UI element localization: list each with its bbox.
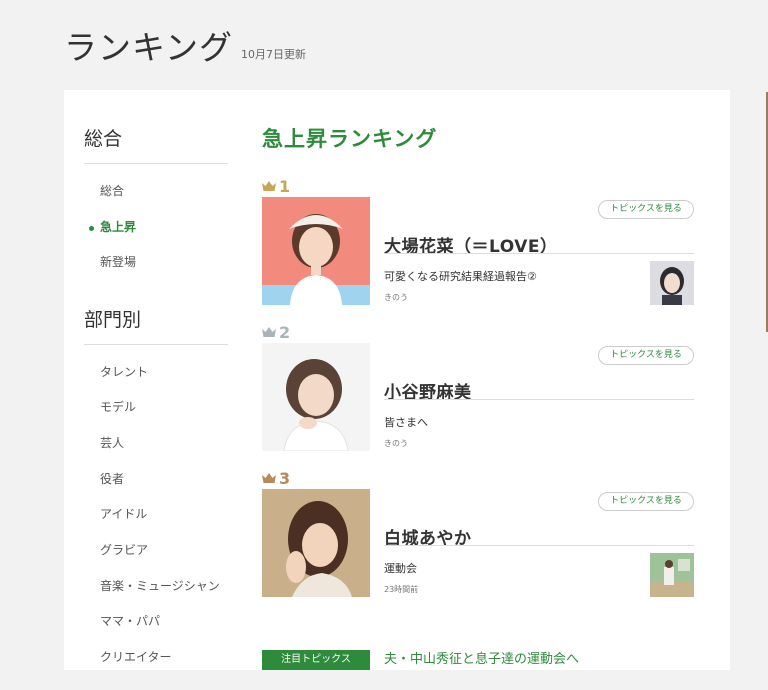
sidebar-overall-list: 総合 急上昇 新登場	[84, 164, 228, 295]
profile-photo[interactable]	[262, 197, 370, 305]
featured-topics-tag: 注目トピックス	[262, 650, 370, 670]
sidebar-item-creator[interactable]: クリエイター	[84, 640, 228, 676]
sidebar-heading-overall: 総合	[84, 124, 228, 164]
rank-label: 1	[262, 176, 291, 196]
ranking-section: 急上昇ランキング 1 トピックスを見る 大場花菜（＝LOVE） 可愛くなる研究結…	[262, 124, 694, 670]
divider	[384, 399, 694, 400]
sidebar-item-rising[interactable]: 急上昇	[84, 210, 228, 246]
profile-photo[interactable]	[262, 489, 370, 597]
sidebar: 総合 総合 急上昇 新登場 部門別 タレント モデル 芸人 役者 アイドル グラ…	[84, 124, 228, 690]
sidebar-heading-category: 部門別	[84, 305, 228, 345]
sidebar-item-parents[interactable]: ママ・パパ	[84, 604, 228, 640]
rank-number: 1	[279, 176, 291, 196]
profile-photo[interactable]	[262, 343, 370, 451]
rank-label: 2	[262, 322, 291, 342]
view-topics-button[interactable]: トピックスを見る	[598, 492, 694, 511]
view-topics-button[interactable]: トピックスを見る	[598, 346, 694, 365]
rank-number: 3	[279, 468, 291, 488]
rank-label: 3	[262, 468, 291, 488]
sidebar-item-idol[interactable]: アイドル	[84, 497, 228, 533]
sidebar-item-new[interactable]: 新登場	[84, 245, 228, 281]
topic-time: 23時間前	[384, 585, 419, 594]
page-title: ランキング	[64, 28, 234, 67]
content-card: 総合 総合 急上昇 新登場 部門別 タレント モデル 芸人 役者 アイドル グラ…	[64, 90, 730, 670]
view-topics-button[interactable]: トピックスを見る	[598, 200, 694, 219]
update-date: 10月7日更新	[241, 48, 307, 61]
ranking-title: 急上昇ランキング	[262, 127, 438, 151]
page-header: ランキング 10月7日更新	[64, 14, 306, 64]
ranking-entry: 1 トピックスを見る 大場花菜（＝LOVE） 可愛くなる研究結果経過報告② きの…	[262, 177, 694, 317]
sidebar-item-gravure[interactable]: グラビア	[84, 533, 228, 569]
rank-number: 2	[279, 322, 291, 342]
sidebar-item-talent[interactable]: タレント	[84, 355, 228, 391]
divider	[384, 545, 694, 546]
featured-topic-link[interactable]: 夫・中山秀征と息子達の運動会へ	[384, 650, 579, 670]
crown-icon	[262, 181, 276, 191]
topic-thumbnail[interactable]	[650, 553, 694, 597]
crown-icon	[262, 327, 276, 337]
topic-title[interactable]: 可愛くなる研究結果経過報告②	[384, 268, 537, 284]
sidebar-item-comedian[interactable]: 芸人	[84, 426, 228, 462]
topic-thumbnail[interactable]	[650, 261, 694, 305]
crown-icon	[262, 473, 276, 483]
topic-time: きのう	[384, 293, 408, 302]
topic-time: きのう	[384, 439, 408, 448]
divider	[384, 253, 694, 254]
topic-title[interactable]: 運動会	[384, 560, 417, 576]
sidebar-item-overall[interactable]: 総合	[84, 174, 228, 210]
sidebar-item-music[interactable]: 音楽・ミュージシャン	[84, 569, 228, 605]
ranking-entry: 2 トピックスを見る 小谷野麻美 皆さまへ きのう	[262, 323, 694, 463]
topic-title[interactable]: 皆さまへ	[384, 414, 428, 430]
sidebar-item-actor[interactable]: 役者	[84, 462, 228, 498]
ranking-entry: 3 トピックスを見る 白城あやか 運動会 23時間前	[262, 469, 694, 609]
sidebar-category-list: タレント モデル 芸人 役者 アイドル グラビア 音楽・ミュージシャン ママ・パ…	[84, 345, 228, 690]
sidebar-item-model[interactable]: モデル	[84, 390, 228, 426]
